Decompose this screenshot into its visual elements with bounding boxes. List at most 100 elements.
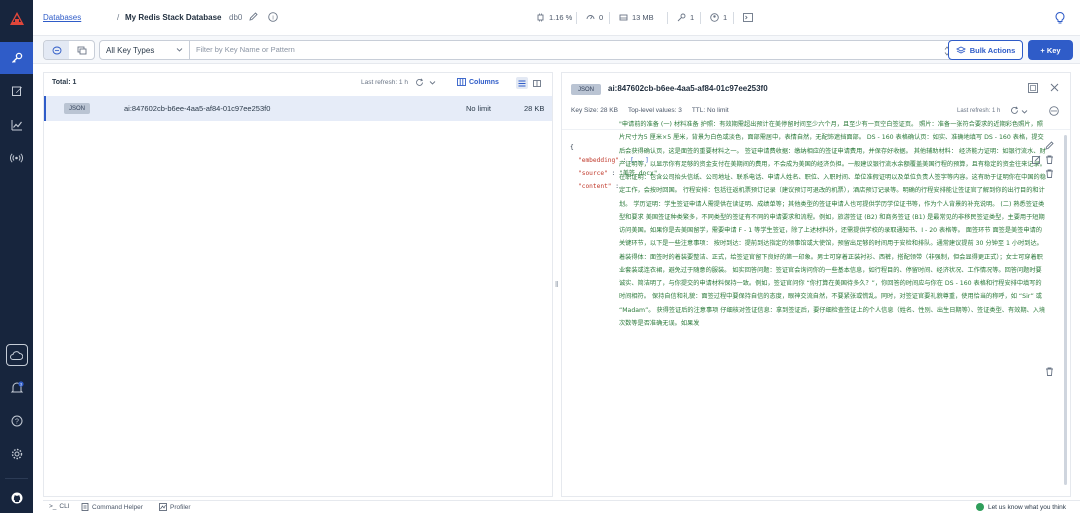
edit-db-pencil-icon[interactable]: [249, 12, 258, 21]
cli-button[interactable]: >_ CLI: [49, 503, 70, 510]
cli-terminal-icon[interactable]: [743, 13, 753, 22]
detail-scrollbar[interactable]: [1064, 135, 1067, 485]
feedback-link[interactable]: Let us know what you think: [975, 503, 1066, 511]
settings-gear-icon[interactable]: [0, 438, 33, 470]
metric-divider: [667, 12, 668, 24]
command-helper-label: Command Helper: [92, 503, 143, 511]
browser-view-toggle[interactable]: [44, 41, 69, 59]
refresh-icon[interactable]: [415, 78, 424, 87]
metric-divider: [700, 12, 701, 24]
columns-button[interactable]: Columns: [457, 78, 499, 86]
json-key-content: "content": [578, 183, 612, 190]
json-value-content[interactable]: "申请前的准备 (一) 材料准备 护照：有效期需超出预计在美停留时间至少六个月，…: [619, 118, 1047, 414]
memory-icon: [619, 14, 628, 21]
nav-divider: [5, 478, 28, 479]
cpu-value: 1.16 %: [549, 13, 573, 22]
feedback-label: Let us know what you think: [987, 503, 1066, 511]
cpu-metric: 1.16 %: [536, 13, 572, 22]
json-key-embedding: "embedding": [578, 157, 619, 164]
total-keys: Total: 1: [52, 79, 77, 86]
chevron-down-icon[interactable]: [429, 79, 436, 86]
cli-label: CLI: [59, 503, 70, 510]
last-refresh: Last refresh: 1 h: [361, 79, 408, 86]
breadcrumb-separator: /: [117, 13, 120, 22]
redis-logo-icon[interactable]: [8, 10, 26, 28]
list-view-icon: [52, 46, 61, 54]
top-level-values: Top-level values: 3: [627, 107, 682, 114]
view-size-toggle: [516, 77, 543, 89]
key-filter-input[interactable]: Filter by Key Name or Pattern: [196, 45, 295, 54]
view-toggle: [43, 40, 95, 60]
svg-text:?: ?: [15, 419, 19, 426]
keys-value: 1: [690, 13, 695, 22]
list-view-icon[interactable]: [516, 77, 528, 89]
metric-divider: [609, 12, 610, 24]
insights-lightbulb-icon[interactable]: [1055, 11, 1065, 24]
table-row[interactable]: JSON ai:847602cb-b6ee-4aa5-af84-01c97ee2…: [44, 96, 552, 121]
breadcrumb-databases-link[interactable]: Databases: [43, 13, 81, 22]
feedback-icon: [975, 503, 984, 511]
add-key-button[interactable]: + Key: [1028, 40, 1073, 60]
key-list-panel: Total: 1 Last refresh: 1 h Columns JSON …: [43, 72, 553, 497]
delete-field-trash-icon[interactable]: [1045, 169, 1054, 178]
key-list-header: Total: 1 Last refresh: 1 h Columns: [44, 73, 552, 93]
panel-resize-handle[interactable]: ‖: [555, 280, 558, 289]
profiler-icon: [159, 503, 167, 511]
command-helper-button[interactable]: Command Helper: [81, 503, 143, 511]
detail-last-refresh: Last refresh: 1 h: [957, 108, 1001, 114]
bulk-actions-label: Bulk Actions: [969, 45, 1016, 55]
svg-text:3: 3: [19, 383, 21, 387]
tree-view-toggle[interactable]: [69, 41, 94, 59]
layers-icon: [955, 45, 966, 54]
metric-divider: [733, 12, 734, 24]
panel-view-icon[interactable]: [531, 77, 543, 89]
browser-nav-key-icon[interactable]: [0, 42, 33, 74]
edit-json-pencil-icon[interactable]: [1045, 141, 1054, 150]
key-size: 28 KB: [524, 104, 545, 113]
metric-divider: [576, 12, 577, 24]
browser-toolbar: All Key Types Filter by Key Name or Patt…: [33, 36, 1080, 64]
keys-metric: 1: [677, 13, 694, 22]
bottom-bar: >_ CLI Command Helper Profiler Let us kn…: [43, 500, 1080, 513]
key-meta: Key Size: 28 KB Top-level values: 3 TTL:…: [571, 107, 729, 114]
tree-view-icon: [77, 46, 86, 54]
refresh-icon[interactable]: [1010, 106, 1019, 115]
close-icon[interactable]: [1050, 83, 1059, 92]
profiler-button[interactable]: Profiler: [159, 503, 191, 511]
db-info-icon[interactable]: i: [268, 12, 278, 22]
fullscreen-icon[interactable]: [1028, 83, 1038, 93]
clients-icon: [710, 13, 719, 22]
database-index: db0: [229, 13, 243, 22]
delete-field-trash-icon[interactable]: [1045, 155, 1054, 164]
workbench-nav-edit-icon[interactable]: [0, 75, 33, 107]
key-type-badge: JSON: [64, 103, 90, 114]
cloud-nav-icon[interactable]: [0, 339, 33, 371]
key-type-select[interactable]: All Key Types: [100, 41, 190, 59]
detail-key-name: ai:847602cb-b6ee-4aa5-af84-01c97ee253f0: [608, 84, 768, 93]
key-type-value: All Key Types: [106, 45, 155, 55]
more-options-icon[interactable]: [1049, 106, 1059, 116]
key-ttl-label: TTL: No limit: [691, 107, 729, 114]
clients-metric: 1: [710, 13, 727, 22]
cpu-icon: [537, 13, 544, 22]
document-icon: [81, 503, 89, 511]
github-icon[interactable]: [0, 482, 33, 513]
notifications-bell-icon[interactable]: 3: [0, 372, 33, 404]
key-filter-bar: All Key Types Filter by Key Name or Patt…: [99, 40, 974, 60]
columns-icon: [457, 78, 466, 86]
ops-icon: [586, 15, 595, 20]
key-name: ai:847602cb-b6ee-4aa5-af84-01c97ee253f0: [124, 104, 271, 113]
columns-label: Columns: [469, 78, 499, 86]
chevron-down-icon[interactable]: [1021, 108, 1028, 115]
pubsub-nav-broadcast-icon[interactable]: [0, 142, 33, 174]
edit-field-icon[interactable]: [1032, 155, 1041, 164]
help-icon[interactable]: ?: [0, 405, 33, 437]
bulk-actions-button[interactable]: Bulk Actions: [948, 40, 1023, 60]
profiler-label: Profiler: [170, 503, 191, 511]
left-navigation: 3 ?: [0, 0, 33, 513]
analysis-nav-chart-icon[interactable]: [0, 109, 33, 141]
delete-field-trash-icon[interactable]: [1045, 367, 1054, 376]
ops-value: 0: [599, 13, 604, 22]
top-bar: Databases / My Redis Stack Database db0 …: [33, 0, 1080, 36]
key-details-panel: JSON ai:847602cb-b6ee-4aa5-af84-01c97ee2…: [561, 72, 1071, 497]
